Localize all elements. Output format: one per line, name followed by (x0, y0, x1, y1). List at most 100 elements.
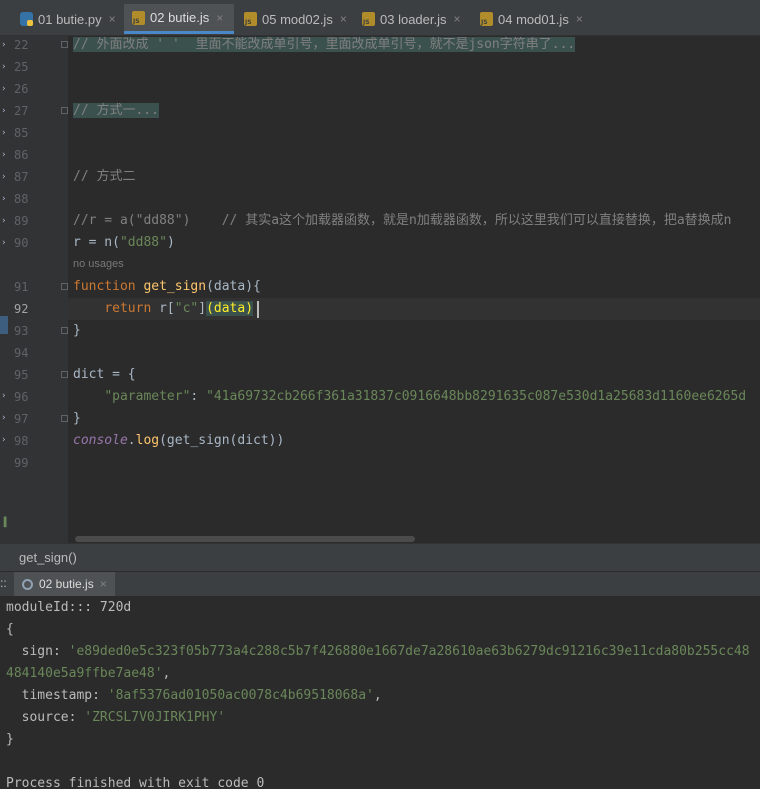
expand-icon[interactable]: › (1, 238, 6, 248)
code-line[interactable]: // 外面改成 ' ' 里面不能改成单引号，里面改成单引号，就不是json字符串… (73, 36, 576, 54)
console-key: source: (6, 710, 85, 725)
line-number: 27 (14, 104, 29, 118)
code-line[interactable]: function get_sign(data){ (73, 278, 261, 296)
tab-04-mod01-js[interactable]: 04 mod01.js × (478, 4, 590, 34)
tab-05-mod02-js[interactable]: 05 mod02.js × (240, 4, 358, 34)
current-marker (0, 316, 8, 334)
console-string: 484140e5a9ffbe7ae48' (6, 666, 163, 681)
expand-icon[interactable]: › (1, 413, 6, 423)
expand-icon[interactable]: › (1, 106, 6, 116)
run-tab-label: 02 butie.js (39, 577, 94, 591)
chart-icon[interactable]: ▐ (1, 518, 6, 528)
js-file-icon (480, 12, 493, 26)
close-icon[interactable]: × (340, 12, 347, 26)
fold-icon[interactable] (61, 283, 68, 290)
code-line[interactable]: dict = { (73, 366, 136, 384)
editor-tab-bar: 01 butie.py × 02 butie.js × 05 mod02.js … (0, 0, 760, 36)
code-line[interactable]: console.log(get_sign(dict)) (73, 432, 284, 450)
code-line[interactable]: r = n("dd88") (73, 234, 175, 252)
fold-icon[interactable] (61, 107, 68, 114)
line-number: 89 (14, 214, 29, 228)
tab-label: 02 butie.js (150, 10, 210, 25)
console-line: { (6, 622, 14, 637)
console-key: sign: (6, 644, 69, 659)
code-token: (data){ (206, 279, 261, 294)
run-tool-window-tabs: :: 02 butie.js × (0, 571, 760, 596)
console-string: 'e89ded0e5c323f05b773a4c288c5b7f426880e1… (68, 644, 750, 659)
breadcrumb-item[interactable]: get_sign() (19, 550, 77, 565)
tab-label: 03 loader.js (380, 11, 447, 27)
fold-icon[interactable] (61, 415, 68, 422)
code-keyword: function (73, 279, 136, 294)
expand-icon[interactable]: › (1, 172, 6, 182)
tab-03-loader-js[interactable]: 03 loader.js × (360, 4, 478, 34)
text-caret (257, 301, 259, 318)
code-line[interactable]: } (73, 410, 81, 428)
expand-icon[interactable]: › (1, 391, 6, 401)
code-line[interactable]: // 方式二 (73, 168, 135, 186)
expand-icon[interactable]: › (1, 194, 6, 204)
line-number: 86 (14, 148, 29, 162)
code-keyword: return (104, 301, 152, 316)
tab-02-butie-js[interactable]: 02 butie.js × (124, 4, 234, 34)
close-icon[interactable]: × (454, 12, 461, 26)
horizontal-scrollbar[interactable] (75, 536, 415, 542)
code-token: } (73, 411, 81, 426)
run-tab-02-butie-js[interactable]: 02 butie.js × (14, 572, 115, 596)
fold-icon[interactable] (61, 371, 68, 378)
line-number: 85 (14, 126, 29, 140)
console-string: 'ZRCSL7V0JIRK1PHY' (84, 710, 226, 725)
close-icon[interactable]: × (216, 11, 223, 25)
console-string: '8af5376ad01050ac0078c4b69518068a' (107, 688, 374, 703)
code-function-name: log (135, 433, 160, 448)
code-string: "c" (174, 301, 199, 316)
line-number-current: 92 (14, 302, 29, 316)
line-number: 97 (14, 412, 29, 426)
expand-icon[interactable]: › (1, 84, 6, 94)
js-file-icon (244, 12, 257, 26)
console-token: , (162, 666, 171, 681)
code-comment: //r = a("dd88") (73, 213, 191, 228)
code-line[interactable]: "parameter": "41a69732cb266f361a31837c09… (73, 388, 746, 406)
console-line: moduleId::: 720d (6, 600, 132, 615)
code-string: "parameter" (104, 389, 191, 404)
line-number: 88 (14, 192, 29, 206)
run-console[interactable]: moduleId::: 720d { sign: 'e89ded0e5c323f… (0, 596, 760, 789)
code-function-name: get_sign (143, 279, 207, 294)
tab-01-butie-py[interactable]: 01 butie.py × (6, 4, 118, 34)
console-line: source: 'ZRCSL7V0JIRK1PHY' (6, 710, 226, 725)
fold-icon[interactable] (61, 327, 68, 334)
code-editor[interactable]: // 外面改成 ' ' 里面不能改成单引号，里面改成单引号，就不是json字符串… (68, 36, 760, 543)
expand-icon[interactable]: › (1, 435, 6, 445)
close-icon[interactable]: × (576, 12, 583, 26)
code-comment: // 方式一... (73, 103, 159, 118)
expand-icon[interactable]: › (1, 216, 6, 226)
fold-icon[interactable] (61, 41, 68, 48)
console-line: 484140e5a9ffbe7ae48', (6, 666, 170, 681)
expand-icon[interactable]: › (1, 62, 6, 72)
code-token: (data) (206, 301, 254, 316)
console-line: sign: 'e89ded0e5c323f05b773a4c288c5b7f42… (6, 644, 750, 659)
console-line: timestamp: '8af5376ad01050ac0078c4b69518… (6, 688, 382, 703)
line-number: 93 (14, 324, 29, 338)
console-line: } (6, 732, 14, 747)
no-usages-hint[interactable]: no usages (73, 258, 124, 270)
code-string: "41a69732cb266f361a31837c0916648bb829163… (206, 389, 747, 404)
code-line[interactable]: //r = a("dd88") // 其实a这个加载器函数，就是n加载器函数，所… (73, 212, 732, 230)
code-line[interactable]: // 方式一... (73, 102, 159, 120)
expand-icon[interactable]: › (1, 150, 6, 160)
line-number: 98 (14, 434, 29, 448)
tab-label: 01 butie.py (38, 11, 102, 27)
console-token: , (373, 688, 382, 703)
code-string: "dd88" (119, 235, 167, 250)
expand-icon[interactable]: › (1, 40, 6, 50)
close-icon[interactable]: × (109, 12, 116, 26)
expand-icon[interactable]: › (1, 128, 6, 138)
close-icon[interactable]: × (100, 577, 107, 591)
code-token: . (127, 433, 136, 448)
run-config-icon (22, 578, 33, 590)
line-number: 95 (14, 368, 29, 382)
line-number: 90 (14, 236, 29, 250)
code-line[interactable]: } (73, 322, 81, 340)
code-line[interactable]: return r["c"](data) (73, 300, 254, 318)
